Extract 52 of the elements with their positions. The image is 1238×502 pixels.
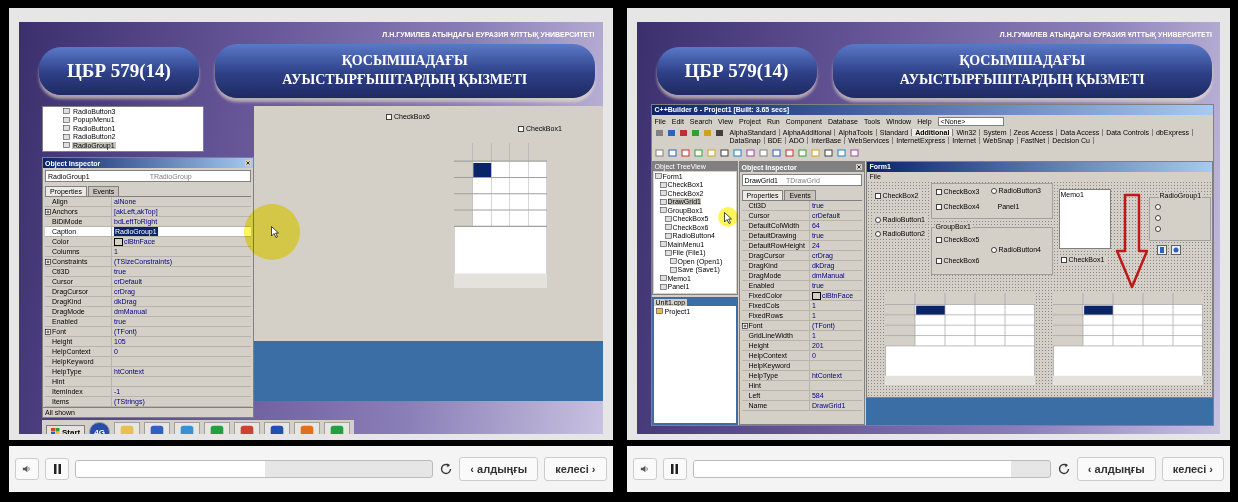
expand-icon[interactable] bbox=[45, 258, 51, 265]
pause-icon bbox=[670, 464, 679, 474]
expand-icon[interactable] bbox=[45, 208, 51, 215]
volume-button[interactable] bbox=[632, 458, 657, 480]
speaker-icon bbox=[639, 464, 650, 474]
checkbox[interactable] bbox=[935, 188, 942, 195]
slide-title-banner: ҚОСЫМШАДАҒЫ АУЫСТЫРҒЫШТАРДЫҢ ҚЫЗМЕТІ bbox=[215, 44, 595, 98]
pause-button[interactable] bbox=[45, 458, 69, 480]
next-button[interactable]: келесі › bbox=[1161, 457, 1224, 481]
replay-icon[interactable] bbox=[439, 462, 454, 476]
slide-title-banner: ҚОСЫМШАДАҒЫ АУЫСТЫРҒЫШТАРДЫҢ ҚЫЗМЕТІ bbox=[832, 44, 1212, 98]
course-code-banner: ЦБР 579(14) bbox=[39, 47, 199, 95]
checkbox[interactable] bbox=[935, 236, 942, 243]
close-icon[interactable] bbox=[855, 164, 862, 170]
down-arrow-icon bbox=[1114, 193, 1149, 289]
component-icon bbox=[1170, 245, 1181, 255]
radio-button[interactable] bbox=[1154, 226, 1161, 232]
radio-button[interactable] bbox=[1154, 215, 1161, 221]
expand-icon[interactable] bbox=[45, 328, 51, 335]
progress-track[interactable] bbox=[75, 460, 434, 478]
checkbox[interactable] bbox=[935, 203, 942, 210]
speaker-icon bbox=[22, 464, 32, 474]
project-icon bbox=[655, 308, 663, 314]
close-icon[interactable] bbox=[245, 160, 251, 166]
next-button[interactable]: келесі › bbox=[544, 457, 607, 481]
radio-button[interactable] bbox=[990, 246, 997, 253]
radio-button[interactable] bbox=[874, 230, 881, 237]
checkbox[interactable] bbox=[874, 192, 881, 199]
mouse-cursor-icon bbox=[723, 212, 732, 224]
mouse-cursor-icon bbox=[271, 226, 279, 238]
course-code-banner: ЦБР 579(14) bbox=[656, 47, 817, 95]
color-swatch bbox=[811, 291, 821, 300]
radio-button[interactable] bbox=[990, 187, 997, 194]
radio-button[interactable] bbox=[1154, 204, 1161, 210]
component-icon bbox=[1156, 245, 1167, 255]
checkbox[interactable] bbox=[935, 257, 942, 264]
checkbox[interactable] bbox=[386, 113, 392, 120]
progress-track[interactable] bbox=[692, 460, 1051, 478]
color-swatch bbox=[114, 237, 123, 246]
previous-button[interactable]: ‹ алдыңғы bbox=[1076, 457, 1156, 481]
taskbar-button[interactable]: 4G bbox=[89, 422, 110, 434]
start-button[interactable]: Start bbox=[46, 424, 86, 434]
replay-icon[interactable] bbox=[1056, 462, 1071, 476]
expand-icon[interactable] bbox=[741, 322, 748, 329]
volume-button[interactable] bbox=[15, 458, 39, 480]
checkbox[interactable] bbox=[1060, 256, 1067, 263]
windows-flag-icon bbox=[51, 428, 60, 434]
pause-button[interactable] bbox=[662, 458, 687, 480]
previous-button[interactable]: ‹ алдыңғы bbox=[459, 457, 539, 481]
pause-icon bbox=[52, 464, 62, 474]
radio-button[interactable] bbox=[874, 216, 881, 223]
checkbox[interactable] bbox=[518, 125, 524, 132]
